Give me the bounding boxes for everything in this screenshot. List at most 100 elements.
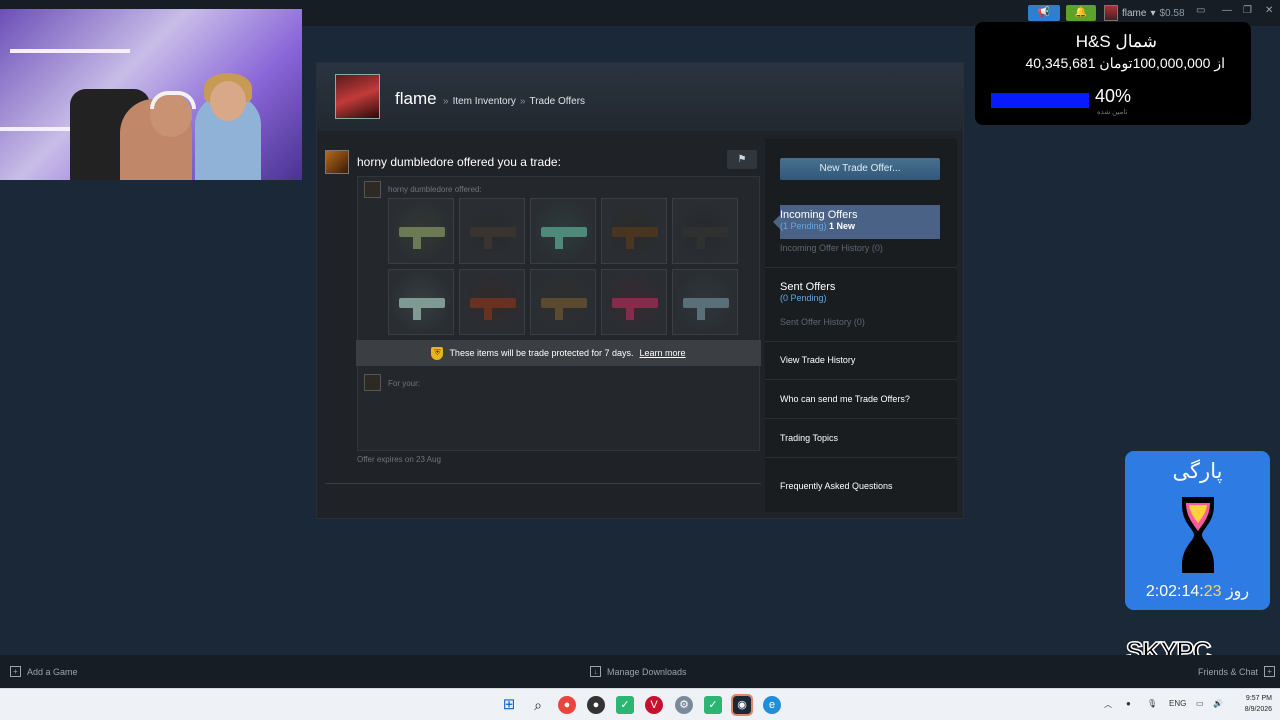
network-icon[interactable]: ▭ xyxy=(1196,699,1204,708)
trade-protection-banner: ⛨ These items will be trade protected fo… xyxy=(356,340,761,366)
windows-taskbar: ⊞ ⌕ ● ● ✓ V ⚙ ✓ ◉ e ︿ ● 🎙 ENG ▭ 🔊 9:57 P… xyxy=(0,688,1280,720)
learn-more-link[interactable]: Learn more xyxy=(640,348,686,358)
protection-text: These items will be trade protected for … xyxy=(449,348,634,358)
divider xyxy=(765,418,957,419)
tray-app-icon[interactable]: ● xyxy=(1126,699,1131,708)
app-icon[interactable]: ✓ xyxy=(704,696,722,714)
weapon-image xyxy=(683,298,729,308)
offer-expiry: Offer expires on 23 Aug xyxy=(357,455,441,464)
view-trade-history-link[interactable]: View Trade History xyxy=(780,355,855,365)
weapon-grip xyxy=(484,306,492,320)
weapon-grip xyxy=(697,306,705,320)
tab-sent-offers[interactable]: Sent Offers (0 Pending) xyxy=(780,281,835,303)
breadcrumb-trade-offers[interactable]: Trade Offers xyxy=(529,96,585,107)
item-slot[interactable] xyxy=(388,198,454,264)
windows-start-icon[interactable]: ⊞ xyxy=(500,696,518,714)
weapon-image xyxy=(399,227,445,237)
incoming-history-link[interactable]: Incoming Offer History (0) xyxy=(780,243,883,253)
item-slot[interactable] xyxy=(388,269,454,335)
divider xyxy=(765,341,957,342)
new-trade-offer-button[interactable]: New Trade Offer... xyxy=(780,158,940,180)
volume-icon[interactable]: 🔊 xyxy=(1213,699,1223,708)
countdown-title: پارگی xyxy=(1172,460,1223,483)
settings-icon[interactable]: ⚙ xyxy=(675,696,693,714)
for-your-label: For your: xyxy=(388,379,421,388)
steam-icon[interactable]: ◉ xyxy=(731,694,753,716)
close-icon[interactable]: ✕ xyxy=(1265,5,1273,16)
donation-title: H&S شمال xyxy=(1075,32,1157,51)
friends-chat-button[interactable]: Friends & Chat + xyxy=(1198,666,1276,677)
trader-avatar[interactable] xyxy=(325,150,349,174)
profile-avatar[interactable] xyxy=(335,74,380,119)
weapon-image xyxy=(683,227,729,237)
weapon-image xyxy=(470,298,516,308)
shield-icon: ⛨ xyxy=(431,346,444,360)
weapon-image xyxy=(612,298,658,308)
weapon-grip xyxy=(626,235,634,249)
breadcrumb: » Item Inventory » Trade Offers xyxy=(443,96,586,107)
countdown-time: روز 2:02:14:23 xyxy=(1145,583,1250,600)
search-icon[interactable]: ⌕ xyxy=(529,696,547,714)
minimize-icon[interactable]: — xyxy=(1222,5,1232,16)
donation-amount: 40,345,681 از 100,000,000تومان xyxy=(1025,55,1225,71)
system-clock[interactable]: 9:57 PM 8/9/2026 xyxy=(1228,693,1272,715)
maximize-icon[interactable]: ❐ xyxy=(1243,5,1252,16)
person-right-head xyxy=(210,81,246,121)
steam-bottom-bar: + Add a Game ↓ Manage Downloads Friends … xyxy=(0,655,1280,688)
sent-pending: (0 Pending) xyxy=(780,293,827,303)
donation-note: تامین شده xyxy=(1097,109,1128,116)
who-can-send-link[interactable]: Who can send me Trade Offers? xyxy=(780,394,910,404)
weapon-grip xyxy=(626,306,634,320)
trading-topics-link[interactable]: Trading Topics xyxy=(780,433,838,443)
item-slot[interactable] xyxy=(672,198,738,264)
profile-name[interactable]: flame xyxy=(395,89,437,109)
app-icon[interactable]: ✓ xyxy=(616,696,634,714)
divider xyxy=(765,379,957,380)
bell-icon[interactable]: 🔔 xyxy=(1066,5,1096,21)
offer-title: horny dumbledore offered you a trade: xyxy=(357,155,561,169)
offered-label: horny dumbledore offered: xyxy=(388,185,482,194)
chrome-icon[interactable]: ● xyxy=(558,696,576,714)
trade-offers-panel: flame » Item Inventory » Trade Offers ho… xyxy=(316,62,964,519)
donation-progress-bar xyxy=(991,93,1089,108)
monitor-icon[interactable]: ▭ xyxy=(1196,5,1205,16)
item-slot[interactable] xyxy=(530,269,596,335)
edge-icon[interactable]: e xyxy=(763,696,781,714)
weapon-image xyxy=(541,298,587,308)
headphones xyxy=(150,91,196,109)
vivaldi-icon[interactable]: V xyxy=(645,696,663,714)
trade-sidebar: New Trade Offer... Incoming Offers (1 Pe… xyxy=(765,139,957,512)
weapon-grip xyxy=(555,306,563,320)
tab-incoming-offers[interactable]: Incoming Offers (1 Pending) 1 New xyxy=(773,205,940,239)
manage-downloads-button[interactable]: ↓ Manage Downloads xyxy=(590,666,687,677)
add-game-button[interactable]: + Add a Game xyxy=(10,666,78,677)
chevron-up-icon[interactable]: ︿ xyxy=(1104,699,1112,710)
weapon-image xyxy=(541,227,587,237)
chevron-down-icon: ▾ xyxy=(1150,7,1156,19)
item-slot[interactable] xyxy=(459,198,525,264)
profile-header: flame » Item Inventory » Trade Offers xyxy=(317,63,963,131)
item-slot[interactable] xyxy=(601,198,667,264)
microphone-icon[interactable]: 🎙 xyxy=(1147,699,1157,708)
weapon-grip xyxy=(484,235,492,249)
flag-icon[interactable]: ⚑ xyxy=(727,150,757,169)
incoming-offers-label: Incoming Offers xyxy=(780,209,858,221)
hourglass-icon xyxy=(1182,497,1214,573)
weapon-image xyxy=(399,298,445,308)
divider xyxy=(765,267,957,268)
item-slot[interactable] xyxy=(459,269,525,335)
trade-offer-box: horny dumbledore offered: ⛨ These items … xyxy=(356,176,761,451)
sent-history-link[interactable]: Sent Offer History (0) xyxy=(780,317,865,327)
breadcrumb-inventory[interactable]: Item Inventory xyxy=(453,96,516,107)
app-icon[interactable]: ● xyxy=(587,696,605,714)
megaphone-icon[interactable]: 📢 xyxy=(1028,5,1060,21)
item-slot[interactable] xyxy=(530,198,596,264)
language-indicator[interactable]: ENG xyxy=(1169,699,1186,708)
account-menu[interactable]: flame ▾ $0.58 xyxy=(1104,4,1185,22)
download-icon: ↓ xyxy=(590,666,601,677)
faq-link[interactable]: Frequently Asked Questions xyxy=(780,481,893,491)
weapon-image xyxy=(470,227,516,237)
item-slot[interactable] xyxy=(672,269,738,335)
account-name: flame xyxy=(1122,7,1147,19)
item-slot[interactable] xyxy=(601,269,667,335)
